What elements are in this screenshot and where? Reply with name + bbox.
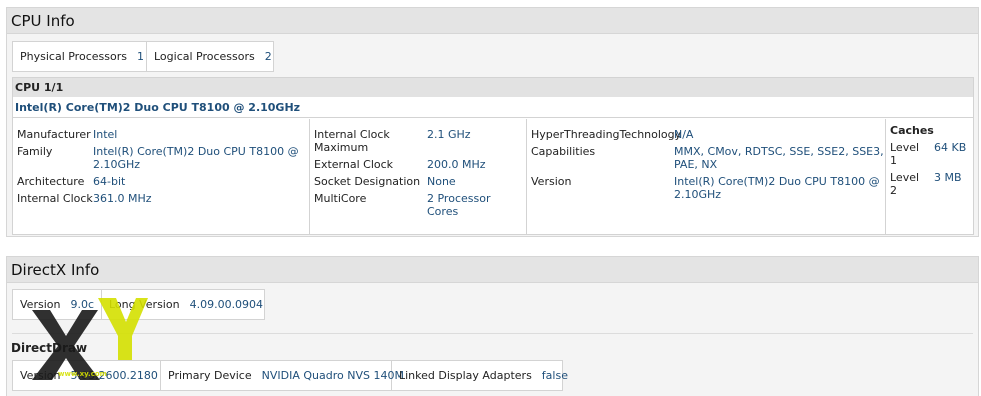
linked-adapters-cell: Linked Display Adapters false — [392, 361, 575, 390]
cpu-header: CPU 1/1 — [13, 78, 973, 97]
physical-processors-value: 1 — [136, 50, 144, 63]
internal-clock-max-value: 2.1 GHz — [427, 128, 471, 141]
architecture-value: 64-bit — [93, 175, 126, 188]
cpu-info-panel: CPU Info Physical Processors 1 Logical P… — [6, 7, 979, 237]
physical-processors-label: Physical Processors — [20, 50, 127, 63]
linked-adapters-value: false — [541, 369, 568, 382]
directdraw-box: Version 5.03.2600.2180 Primary Device NV… — [12, 360, 568, 391]
multicore-value-line1: 2 Processor — [427, 192, 491, 205]
level1-value: 64 KB — [934, 141, 967, 154]
directx-info-panel: DirectX Info Version 9.0c Long Version 4… — [6, 256, 979, 396]
internal-clock-label: Internal Clock — [17, 192, 93, 205]
hyperthreading-label: HyperThreadingTechnology — [531, 128, 682, 141]
directx-version-box: Version 9.0c Long Version 4.09.00.0904 — [12, 289, 265, 320]
primary-device-value: NVIDIA Quadro NVS 140M — [261, 369, 404, 382]
external-clock-label: External Clock — [314, 158, 394, 171]
directx-version-cell: Version 9.0c — [13, 290, 102, 319]
directx-info-title: DirectX Info — [7, 257, 978, 283]
version-label: Version — [531, 175, 572, 188]
cpu-column-clock: Internal Clock 2.1 GHz Maximum External … — [310, 119, 527, 234]
physical-processors-cell: Physical Processors 1 — [13, 42, 147, 71]
manufacturer-value: Intel — [93, 128, 118, 141]
cpu-column-features: HyperThreadingTechnology N/A Capabilitie… — [527, 119, 886, 234]
cpu-column-general: Manufacturer Intel Family Intel(R) Core(… — [13, 119, 310, 234]
internal-clock-max-label-line2: Maximum — [314, 141, 369, 154]
internal-clock-max-label-line1: Internal Clock — [314, 128, 390, 141]
primary-device-cell: Primary Device NVIDIA Quadro NVS 140M — [161, 361, 404, 390]
family-label: Family — [17, 145, 53, 158]
cpu-name: Intel(R) Core(TM)2 Duo CPU T8100 @ 2.10G… — [13, 97, 973, 118]
directdraw-title: DirectDraw — [11, 341, 88, 355]
processor-count-box: Physical Processors 1 Logical Processors… — [12, 41, 274, 72]
level1-label-line1: Level — [890, 141, 920, 154]
primary-device-label: Primary Device — [168, 369, 252, 382]
level1-label-line2: 1 — [890, 154, 897, 167]
cpu-detail-box: CPU 1/1 Intel(R) Core(TM)2 Duo CPU T8100… — [12, 77, 974, 235]
logical-processors-value: 2 — [264, 50, 272, 63]
family-value-line1: Intel(R) Core(TM)2 Duo CPU T8100 @ — [93, 145, 299, 158]
internal-clock-value: 361.0 MHz — [93, 192, 152, 205]
multicore-label: MultiCore — [314, 192, 367, 205]
directx-long-version-label: Long Version — [109, 298, 180, 311]
version-value-line1: Intel(R) Core(TM)2 Duo CPU T8100 @ — [674, 175, 880, 188]
directx-version-label: Version — [20, 298, 61, 311]
capabilities-value-line1: MMX, CMov, RDTSC, SSE, SSE2, SSE3, — [674, 145, 884, 158]
manufacturer-label: Manufacturer — [17, 128, 91, 141]
socket-label: Socket Designation — [314, 175, 421, 188]
architecture-label: Architecture — [17, 175, 85, 188]
cpu-columns: Manufacturer Intel Family Intel(R) Core(… — [13, 119, 973, 234]
external-clock-value: 200.0 MHz — [427, 158, 486, 171]
directdraw-version-value: 5.03.2600.2180 — [70, 369, 158, 382]
capabilities-label: Capabilities — [531, 145, 596, 158]
multicore-value-line2: Cores — [427, 205, 459, 218]
directdraw-divider — [12, 333, 973, 334]
cpu-column-caches: Caches Level 64 KB 1 Level 3 MB 2 — [886, 119, 975, 234]
directx-long-version-cell: Long Version 4.09.00.0904 — [102, 290, 270, 319]
capabilities-value-line2: PAE, NX — [674, 158, 718, 171]
directx-version-value: 9.0c — [70, 298, 94, 311]
hyperthreading-value: N/A — [674, 128, 694, 141]
level2-label-line2: 2 — [890, 184, 897, 197]
cpu-info-title: CPU Info — [7, 8, 978, 34]
family-value-line2: 2.10GHz — [93, 158, 141, 171]
directdraw-version-label: Version — [20, 369, 61, 382]
caches-title: Caches — [890, 124, 934, 137]
logical-processors-label: Logical Processors — [154, 50, 255, 63]
directdraw-version-cell: Version 5.03.2600.2180 — [13, 361, 161, 390]
socket-value: None — [427, 175, 456, 188]
linked-adapters-label: Linked Display Adapters — [399, 369, 532, 382]
logical-processors-cell: Logical Processors 2 — [147, 42, 279, 71]
directx-long-version-value: 4.09.00.0904 — [189, 298, 264, 311]
level2-value: 3 MB — [934, 171, 962, 184]
level2-label-line1: Level — [890, 171, 920, 184]
version-value-line2: 2.10GHz — [674, 188, 722, 201]
